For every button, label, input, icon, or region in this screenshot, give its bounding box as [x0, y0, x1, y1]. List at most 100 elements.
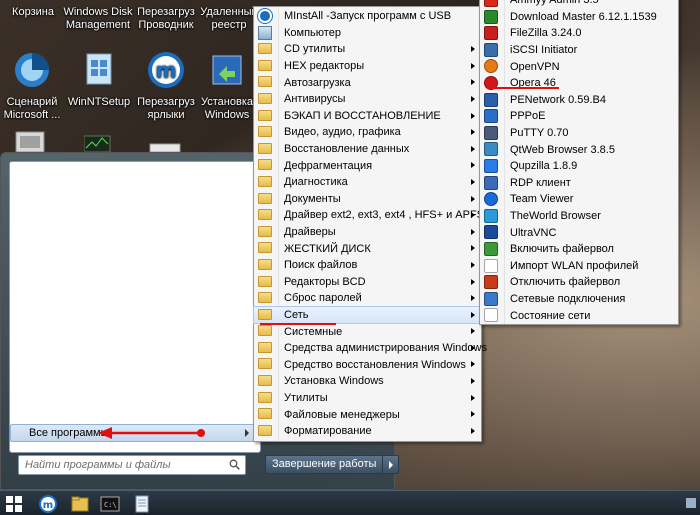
menu-item-label: ЖЕСТКИЙ ДИСК	[284, 242, 371, 255]
network-menu-item[interactable]: OpenVPN	[480, 58, 678, 75]
submenu-arrow-icon	[471, 261, 475, 268]
submenu-arrow-icon	[471, 129, 475, 136]
menu-item[interactable]: Утилиты	[254, 390, 481, 407]
network-menu-item[interactable]: Импорт WLAN профилей	[480, 258, 678, 275]
menu-item-label: Восстановление данных	[284, 143, 410, 156]
menu-item[interactable]: Драйверы	[254, 224, 481, 241]
menu-item[interactable]: Драйвер ext2, ext3, ext4 , HFS+ и APFS	[254, 207, 485, 224]
folder-icon	[258, 175, 272, 187]
menu-item-label: Средство восстановления Windows	[284, 358, 466, 371]
menu-item[interactable]: Поиск файлов	[254, 257, 481, 274]
network-menu-item[interactable]: Сетевые подключения	[480, 291, 678, 308]
menu-item[interactable]: Системные	[254, 323, 481, 340]
menu-item[interactable]: ЖЕСТКИЙ ДИСК	[254, 240, 481, 257]
network-menu-item[interactable]: Включить файервол	[480, 241, 678, 258]
menu-item[interactable]: Форматирование	[254, 423, 481, 440]
submenu-arrow-icon	[471, 295, 475, 302]
network-menu-item[interactable]: Opera 46	[480, 75, 678, 92]
menu-item[interactable]: Редакторы BCD	[254, 274, 481, 291]
filezilla-icon	[484, 26, 498, 41]
network-menu-item[interactable]: QtWeb Browser 3.8.5	[480, 141, 678, 158]
cmd-taskbar-icon[interactable]: C:\	[100, 494, 120, 514]
explorer-taskbar-icon[interactable]	[70, 494, 90, 514]
shutdown-options-button[interactable]	[383, 455, 400, 474]
menu-item-label: Импорт WLAN профилей	[510, 259, 639, 272]
search-input[interactable]: Найти программы и файлы	[18, 455, 246, 475]
menu-item[interactable]: Диагностика	[254, 174, 481, 191]
menu-item[interactable]: Дефрагментация	[254, 157, 481, 174]
submenu-arrow-icon	[471, 46, 475, 53]
network-menu-item[interactable]: FileZilla 3.24.0	[480, 25, 678, 42]
folder-icon	[258, 391, 272, 403]
folder-icon	[258, 92, 272, 104]
menu-item-label: TheWorld Browser	[510, 210, 601, 223]
network-menu-item[interactable]: Ammyy Admin 3.5	[480, 0, 678, 9]
notepad-taskbar-icon[interactable]	[132, 494, 152, 514]
menu-item[interactable]: HEX редакторы	[254, 58, 481, 75]
menu-item[interactable]: Установка Windows	[254, 373, 481, 390]
network-menu-item[interactable]: RDP клиент	[480, 175, 678, 192]
network-menu-item[interactable]: Download Master 6.12.1.1539	[480, 9, 678, 26]
menu-item-label: Драйверы	[284, 226, 336, 239]
rdp-icon	[484, 175, 498, 190]
folder-icon	[258, 142, 272, 154]
svg-text:C:\: C:\	[104, 501, 117, 509]
desktop-icon-restart-explorer[interactable]: Перезагруз Проводник	[128, 6, 204, 32]
menu-item[interactable]: Файловые менеджеры	[254, 406, 481, 423]
submenu-arrow-icon	[471, 394, 475, 401]
menu-item-label: Документы	[284, 192, 341, 205]
menu-item-label: Установка Windows	[284, 375, 384, 388]
menu-item[interactable]: Автозагрузка	[254, 74, 481, 91]
network-status-icon	[484, 308, 498, 323]
desktop-icon-label: Сценарий Microsoft ...	[3, 96, 61, 121]
windows-start-icon[interactable]	[6, 496, 22, 512]
menu-item-label: FileZilla 3.24.0	[510, 27, 582, 40]
menu-item-label: Драйвер ext2, ext3, ext4 , HFS+ и APFS	[284, 209, 485, 222]
menu-item[interactable]: Антивирусы	[254, 91, 481, 108]
menu-item-label: Qupzilla 1.8.9	[510, 160, 578, 173]
network-menu-item[interactable]: UltraVNC	[480, 224, 678, 241]
ammyy-icon	[484, 0, 498, 7]
minstall-taskbar-icon[interactable]: m	[38, 494, 58, 514]
menu-item-label: Состояние сети	[510, 309, 591, 322]
desktop-icon-recycle-bin[interactable]: Корзина	[0, 0, 68, 19]
network-menu-item[interactable]: TheWorld Browser	[480, 208, 678, 225]
submenu-arrow-icon	[471, 228, 475, 235]
search-placeholder: Найти программы и файлы	[25, 459, 171, 471]
network-menu-item[interactable]: PuTTY 0.70	[480, 125, 678, 142]
menu-item[interactable]: Сброс паролей	[254, 290, 481, 307]
menu-item[interactable]: Компьютер	[254, 25, 481, 42]
putty-icon	[484, 125, 498, 140]
menu-item[interactable]: Видео, аудио, графика	[254, 124, 481, 141]
network-menu-item[interactable]: Отключить файервол	[480, 274, 678, 291]
menu-item-label: Сетевые подключения	[510, 292, 626, 305]
menu-item[interactable]: CD утилиты	[254, 41, 481, 58]
network-menu-item[interactable]: Team Viewer	[480, 191, 678, 208]
folder-icon	[258, 159, 272, 171]
taskbar: m C:\	[0, 490, 700, 515]
menu-item[interactable]: Средства администрирования Windows	[254, 340, 487, 357]
desktop-icon-disk-management[interactable]: Windows Disk Management	[62, 6, 134, 32]
menu-item[interactable]: Документы	[254, 191, 481, 208]
menu-item-label: iSCSI Initiator	[510, 44, 578, 57]
shutdown-button[interactable]: Завершение работы	[265, 455, 384, 474]
network-menu-item[interactable]: Состояние сети	[480, 307, 678, 324]
menu-item[interactable]: MInstAll -Запуск программ с USB	[254, 8, 481, 25]
menu-item-label: Отключить файервол	[510, 276, 621, 289]
menu-item[interactable]: БЭКАП И ВОССТАНОВЛЕНИЕ	[254, 108, 481, 125]
annotation-underline-network	[260, 323, 336, 325]
desktop-icon-install-windows[interactable]: Установка Windows	[192, 50, 262, 122]
desktop-icon-script[interactable]: Сценарий Microsoft ...	[0, 50, 68, 122]
minstall-icon: m	[148, 52, 184, 88]
menu-item[interactable]: Средство восстановления Windows	[254, 356, 481, 373]
network-menu-item[interactable]: Qupzilla 1.8.9	[480, 158, 678, 175]
menu-item-label: Системные	[284, 325, 343, 338]
network-menu-item[interactable]: iSCSI Initiator	[480, 42, 678, 59]
desktop-icon-winntsetup[interactable]: WinNTSetup	[64, 50, 134, 109]
menu-item[interactable]: Восстановление данных	[254, 141, 481, 158]
network-menu-item[interactable]: PENetwork 0.59.B4	[480, 92, 678, 109]
menu-item[interactable]: Сеть	[253, 305, 482, 325]
network-menu-item[interactable]: PPPoE	[480, 108, 678, 125]
tray-icon[interactable]	[684, 495, 698, 511]
menu-item-label: Редакторы BCD	[284, 275, 366, 288]
